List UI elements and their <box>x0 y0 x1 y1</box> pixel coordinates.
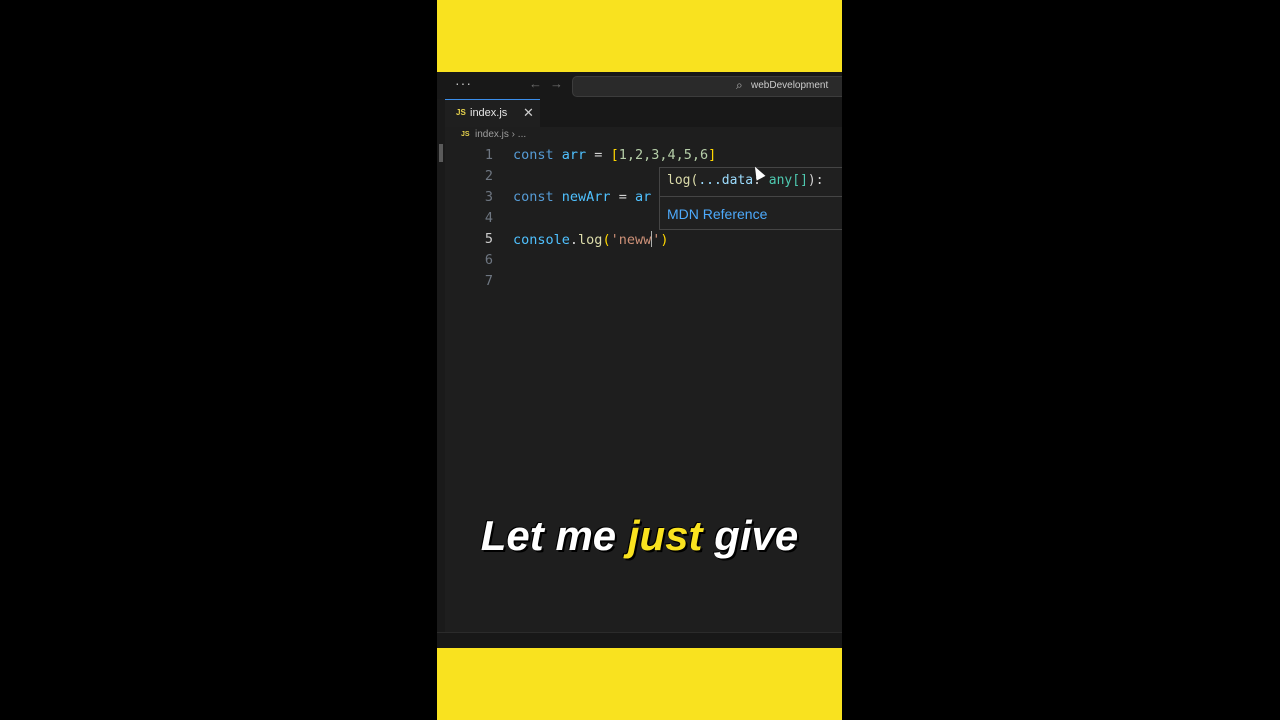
line-number: 2 <box>484 168 493 184</box>
javascript-file-icon: JS <box>461 131 470 138</box>
identifier: ar <box>634 189 652 205</box>
code-line-1[interactable]: 1 const arr = [1,2,3,4,5,6] <box>437 147 842 168</box>
operator: = <box>610 189 635 205</box>
array-values: 1,2,3,4,5,6 <box>618 147 709 163</box>
video-frame: ··· ← → ⌕ webDevelopment JS index.js ✕ J… <box>437 0 842 720</box>
code-line-7[interactable]: 7 <box>437 273 842 294</box>
bracket: [ <box>610 147 619 163</box>
signature-type: any[] <box>768 173 808 188</box>
variable: newArr <box>561 189 611 205</box>
back-arrow-icon[interactable]: ← <box>529 76 542 91</box>
line-number: 4 <box>484 210 493 226</box>
editor-tab-bar: JS index.js ✕ <box>445 99 842 127</box>
top-yellow-band <box>437 0 842 72</box>
function-signature: log(...data: any[]): <box>667 173 824 188</box>
hover-tooltip: log(...data: any[]): MDN Reference <box>659 167 842 230</box>
line-number: 7 <box>484 273 493 289</box>
signature-param: ...data <box>698 173 754 188</box>
tooltip-divider <box>660 196 842 197</box>
operator: = <box>586 147 611 163</box>
code-line-6[interactable]: 6 <box>437 252 842 273</box>
workspace-name: webDevelopment <box>751 80 829 91</box>
line-number-active: 5 <box>484 231 493 247</box>
variable: arr <box>561 147 587 163</box>
status-bar <box>437 632 842 649</box>
ellipsis-icon[interactable]: ··· <box>455 75 472 91</box>
line-number: 6 <box>484 252 493 268</box>
keyword: const <box>513 147 554 163</box>
signature-end: ): <box>807 173 824 188</box>
signature-fn: log( <box>667 173 699 188</box>
bracket: ) <box>660 232 669 248</box>
string-literal: 'neww <box>610 232 652 248</box>
bracket: ( <box>602 232 611 248</box>
title-bar: ··· ← → ⌕ webDevelopment <box>437 72 842 100</box>
caption-text: give <box>702 512 799 559</box>
mdn-reference-link[interactable]: MDN Reference <box>667 206 767 222</box>
caption-highlight: just <box>627 512 703 559</box>
tab-index-js[interactable]: JS index.js ✕ <box>445 99 540 127</box>
code-line-5[interactable]: 5 console.log('neww') <box>437 231 842 252</box>
javascript-file-icon: JS <box>456 108 466 117</box>
video-caption: Let me just give <box>437 512 842 560</box>
line-number: 3 <box>484 189 493 205</box>
object: console <box>513 232 570 248</box>
search-icon: ⌕ <box>736 78 743 92</box>
close-icon[interactable]: ✕ <box>523 105 534 121</box>
bottom-yellow-band <box>437 648 842 720</box>
breadcrumb-path[interactable]: index.js › ... <box>475 129 526 140</box>
function-name: log <box>578 232 603 248</box>
keyword: const <box>513 189 554 205</box>
tab-label: index.js <box>470 107 508 119</box>
breadcrumb: JS index.js › ... <box>445 127 842 144</box>
dot: . <box>569 232 579 248</box>
bracket: ] <box>708 147 717 163</box>
line-number: 1 <box>484 147 493 163</box>
command-center-search[interactable]: ⌕ webDevelopment <box>572 76 842 97</box>
forward-arrow-icon[interactable]: → <box>550 76 563 91</box>
caption-text: Let me <box>480 512 628 559</box>
